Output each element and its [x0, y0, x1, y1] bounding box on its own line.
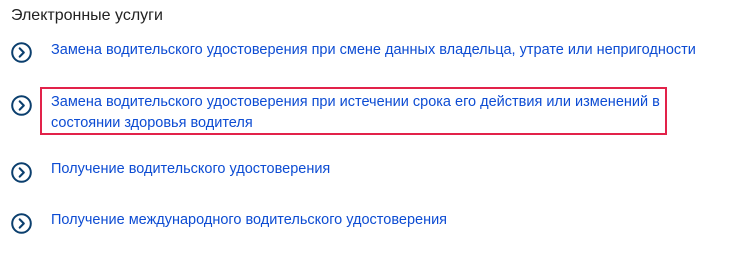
service-link[interactable]: Замена водительского удостоверения при с…	[51, 40, 696, 61]
section-title: Электронные услуги	[11, 7, 163, 24]
service-link[interactable]: Получение международного водительского у…	[51, 210, 447, 231]
service-link[interactable]: Замена водительского удостоверения при и…	[51, 92, 661, 134]
chevron-right-circle-icon[interactable]	[11, 42, 32, 63]
chevron-right-circle-icon[interactable]	[11, 213, 32, 234]
service-item-highlighted[interactable]: Замена водительского удостоверения при и…	[11, 87, 711, 135]
chevron-right-circle-icon[interactable]	[11, 95, 32, 116]
service-link[interactable]: Получение водительского удостоверения	[51, 159, 330, 180]
chevron-right-circle-icon[interactable]	[11, 162, 32, 183]
